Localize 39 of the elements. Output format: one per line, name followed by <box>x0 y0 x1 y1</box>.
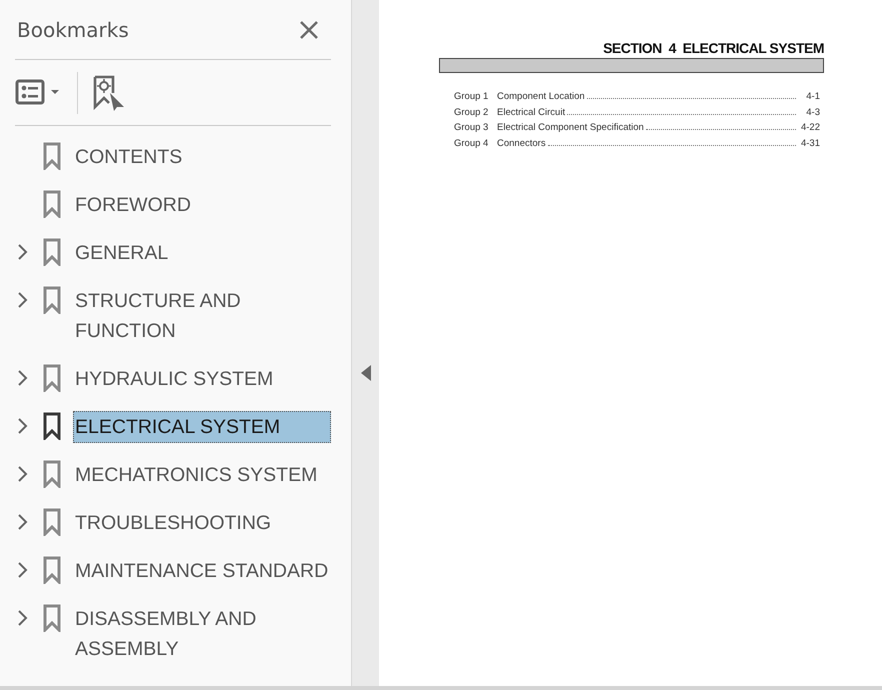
bookmark-item[interactable]: MECHATRONICS SYSTEM <box>73 459 320 491</box>
bookmark-item[interactable]: DISASSEMBLY AND ASSEMBLY <box>73 603 331 665</box>
close-icon[interactable] <box>299 20 319 40</box>
bookmark-item[interactable]: HYDRAULIC SYSTEM <box>73 363 276 395</box>
panel-title: Bookmarks <box>16 18 129 42</box>
toc-group: Group <box>454 122 483 133</box>
toc-page: 4-1 <box>805 91 820 102</box>
bookmark-item[interactable]: MAINTENANCE STANDARD <box>73 555 330 587</box>
bookmark-item[interactable]: ELECTRICAL SYSTEM <box>73 411 331 443</box>
toc-title: Electrical Circuit <box>497 106 566 118</box>
expand-icon[interactable] <box>17 513 29 531</box>
toc-title: Connectors <box>497 138 546 148</box>
bookmark-item[interactable]: TROUBLESHOOTING <box>73 507 274 539</box>
toc-page: 4-31 <box>800 138 820 148</box>
expand-icon[interactable] <box>17 465 29 483</box>
toc-group: Group <box>454 91 483 102</box>
toc-number: 4 <box>483 138 490 148</box>
expand-icon[interactable] <box>17 417 29 435</box>
toc-number: 3 <box>483 122 490 133</box>
bookmark-item[interactable]: FOREWORD <box>73 189 193 221</box>
toc-group: Group <box>454 138 483 148</box>
expand-icon[interactable] <box>17 291 29 309</box>
bookmark-item[interactable]: GENERAL <box>73 237 170 269</box>
toc-page: 4-22 <box>800 122 820 133</box>
expand-icon[interactable] <box>17 369 29 387</box>
toc-title: Electrical Component Specification <box>497 122 644 133</box>
bookmark-search-icon[interactable] <box>92 74 126 110</box>
toc-group: Group <box>454 106 483 118</box>
toc-number: 1 <box>483 91 490 102</box>
expand-icon[interactable] <box>17 243 29 261</box>
section-heading: SECTION 4 ELECTRICAL SYSTEM <box>602 40 824 56</box>
toc-title: Component Location <box>497 91 585 102</box>
bookmark-item[interactable]: CONTENTS <box>73 141 184 173</box>
bookmark-item[interactable]: STRUCTURE AND FUNCTION <box>73 285 331 347</box>
toc-page: 4-3 <box>805 106 820 118</box>
expand-icon[interactable] <box>17 609 29 627</box>
expand-icon[interactable] <box>17 561 29 579</box>
toc-number: 2 <box>483 106 490 118</box>
collapse-panel-icon[interactable] <box>360 365 370 381</box>
